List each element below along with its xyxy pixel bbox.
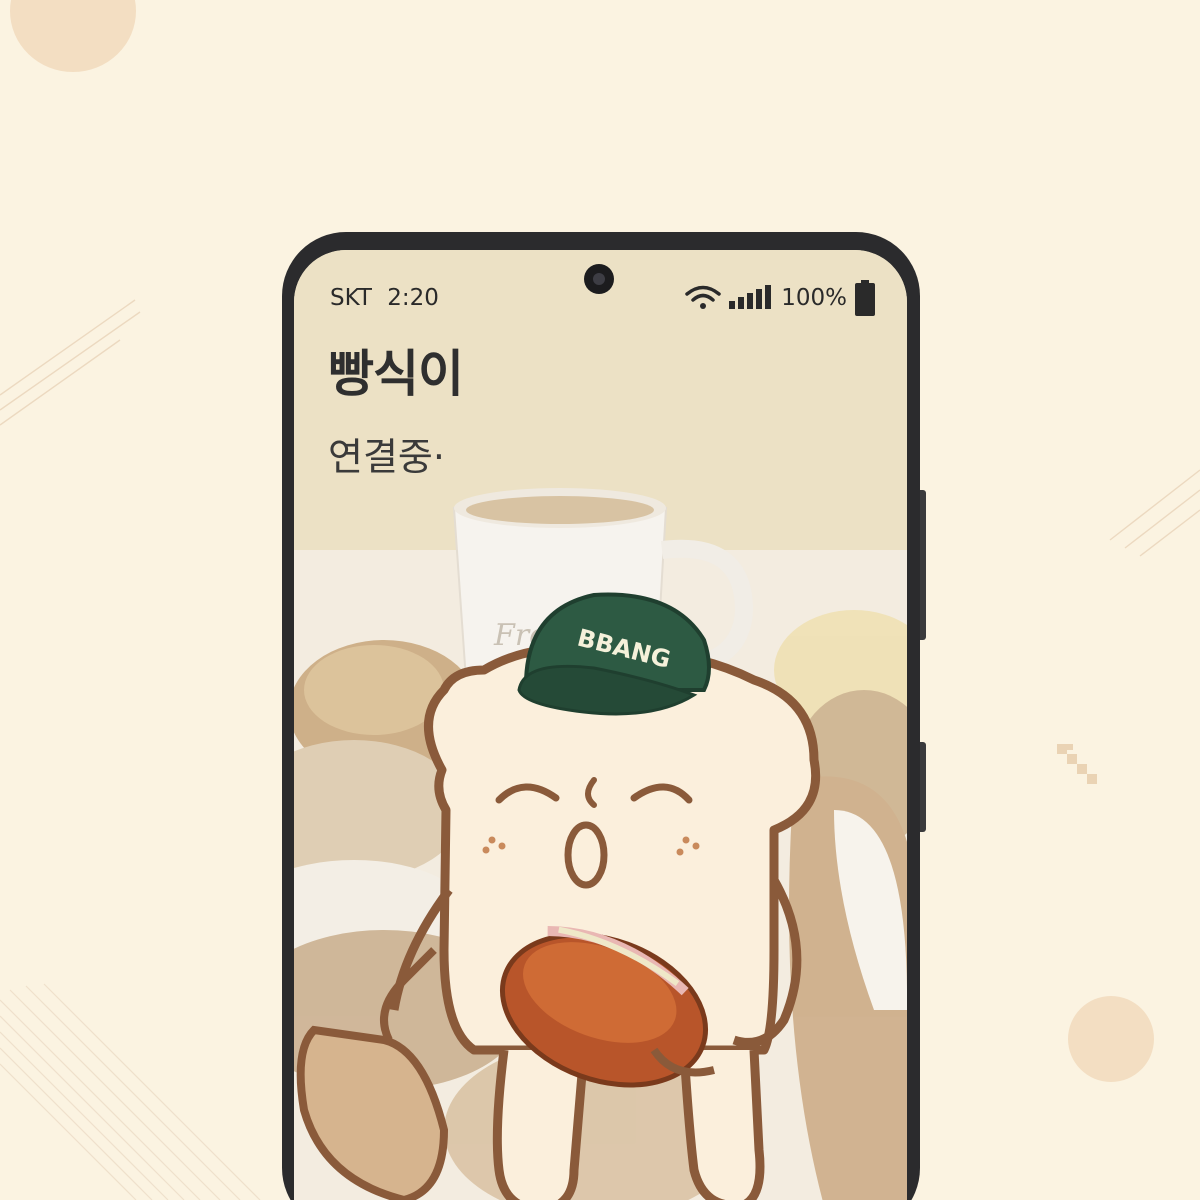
signal-icon [729, 285, 772, 309]
phone-screen: Fre BBANG SKT 2:20 100% 빵식이 연결중· [294, 250, 907, 1200]
phone-frame: Fre BBANG SKT 2:20 100% 빵식이 연결중· [282, 232, 926, 1200]
phone-side-button [920, 490, 926, 640]
status-left: SKT 2:20 [330, 285, 439, 311]
device-name-title: 빵식이 [328, 345, 464, 403]
status-right: 100% [685, 280, 875, 316]
phone-side-button [920, 742, 926, 832]
wifi-icon [685, 285, 721, 309]
battery-percent: 100% [781, 285, 847, 311]
clock-label: 2:20 [387, 285, 439, 311]
promo-canvas: Fre BBANG SKT 2:20 100% 빵식이 연결중· [0, 0, 1200, 1200]
battery-icon [855, 280, 875, 316]
carrier-label: SKT [330, 285, 372, 311]
status-bar: SKT 2:20 100% [330, 278, 875, 318]
connection-status-text: 연결중· [328, 435, 445, 479]
